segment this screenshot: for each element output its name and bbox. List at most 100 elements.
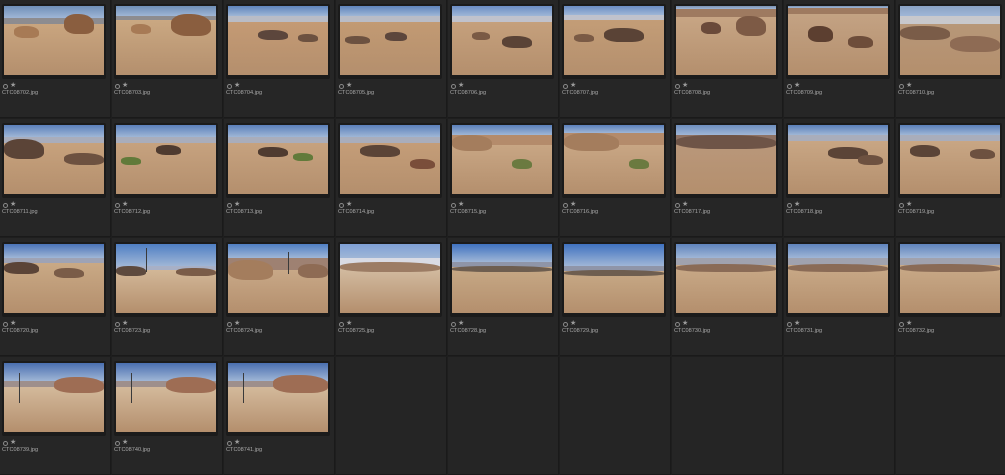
star-icon[interactable]: ★ [10, 201, 16, 209]
star-icon[interactable]: ★ [234, 320, 240, 328]
label-circle-icon[interactable] [675, 321, 680, 327]
file-tile[interactable]: ★ CTC08717.jpg [672, 119, 783, 237]
label-circle-icon[interactable] [675, 202, 680, 208]
star-icon[interactable]: ★ [10, 320, 16, 328]
label-circle-icon[interactable] [563, 202, 568, 208]
star-icon[interactable]: ★ [570, 82, 576, 90]
file-tile[interactable]: ★ CTC08739.jpg [0, 357, 111, 475]
file-tile[interactable]: ★ CTC08732.jpg [896, 238, 1005, 356]
star-icon[interactable]: ★ [346, 201, 352, 209]
star-icon[interactable]: ★ [794, 320, 800, 328]
star-icon[interactable]: ★ [682, 201, 688, 209]
file-tile[interactable]: ★ CTC08729.jpg [560, 238, 671, 356]
star-icon[interactable]: ★ [570, 320, 576, 328]
thumbnail-image [676, 125, 776, 194]
label-circle-icon[interactable] [563, 321, 568, 327]
star-icon[interactable]: ★ [906, 201, 912, 209]
file-tile[interactable]: ★ CTC08730.jpg [672, 238, 783, 356]
thumbnail-frame [338, 123, 442, 198]
file-tile[interactable]: ★ CTC08710.jpg [896, 0, 1005, 118]
file-tile[interactable]: ★ CTC08719.jpg [896, 119, 1005, 237]
file-tile[interactable]: ★ CTC08712.jpg [112, 119, 223, 237]
label-circle-icon[interactable] [339, 83, 344, 89]
star-icon[interactable]: ★ [122, 201, 128, 209]
file-tile[interactable]: ★ CTC08706.jpg [448, 0, 559, 118]
label-circle-icon[interactable] [3, 83, 8, 89]
file-name: CTC08724.jpg [226, 328, 263, 334]
label-circle-icon[interactable] [339, 321, 344, 327]
rating-flags: ★ [3, 82, 16, 90]
file-tile[interactable]: ★ CTC08704.jpg [224, 0, 335, 118]
star-icon[interactable]: ★ [906, 82, 912, 90]
star-icon[interactable]: ★ [458, 82, 464, 90]
star-icon[interactable]: ★ [234, 201, 240, 209]
file-tile[interactable]: ★ CTC08702.jpg [0, 0, 111, 118]
star-icon[interactable]: ★ [570, 201, 576, 209]
file-tile[interactable]: ★ CTC08715.jpg [448, 119, 559, 237]
label-circle-icon[interactable] [899, 321, 904, 327]
star-icon[interactable]: ★ [234, 82, 240, 90]
star-icon[interactable]: ★ [10, 82, 16, 90]
thumbnail-image [228, 6, 328, 75]
file-tile[interactable]: ★ CTC08708.jpg [672, 0, 783, 118]
star-icon[interactable]: ★ [682, 82, 688, 90]
star-icon[interactable]: ★ [122, 320, 128, 328]
star-icon[interactable]: ★ [906, 320, 912, 328]
star-icon[interactable]: ★ [234, 439, 240, 447]
star-icon[interactable]: ★ [458, 320, 464, 328]
label-circle-icon[interactable] [3, 202, 8, 208]
star-icon[interactable]: ★ [122, 82, 128, 90]
file-tile[interactable]: ★ CTC08724.jpg [224, 238, 335, 356]
file-tile[interactable]: ★ CTC08725.jpg [336, 238, 447, 356]
label-circle-icon[interactable] [451, 202, 456, 208]
file-tile[interactable]: ★ CTC08728.jpg [448, 238, 559, 356]
label-circle-icon[interactable] [787, 321, 792, 327]
file-tile[interactable]: ★ CTC08716.jpg [560, 119, 671, 237]
star-icon[interactable]: ★ [10, 439, 16, 447]
label-circle-icon[interactable] [563, 83, 568, 89]
star-icon[interactable]: ★ [346, 82, 352, 90]
file-name: CTC08728.jpg [450, 328, 487, 334]
star-icon[interactable]: ★ [346, 320, 352, 328]
star-icon[interactable]: ★ [122, 439, 128, 447]
file-tile[interactable]: ★ CTC08703.jpg [112, 0, 223, 118]
label-circle-icon[interactable] [227, 83, 232, 89]
label-circle-icon[interactable] [115, 202, 120, 208]
label-circle-icon[interactable] [451, 321, 456, 327]
label-circle-icon[interactable] [787, 202, 792, 208]
file-tile[interactable]: ★ CTC08705.jpg [336, 0, 447, 118]
file-tile[interactable]: ★ CTC08713.jpg [224, 119, 335, 237]
label-circle-icon[interactable] [675, 83, 680, 89]
file-tile[interactable]: ★ CTC08720.jpg [0, 238, 111, 356]
thumbnail-frame [786, 123, 890, 198]
label-circle-icon[interactable] [899, 83, 904, 89]
star-icon[interactable]: ★ [794, 201, 800, 209]
file-tile[interactable]: ★ CTC08723.jpg [112, 238, 223, 356]
thumbnail-frame [114, 242, 218, 317]
label-circle-icon[interactable] [451, 83, 456, 89]
label-circle-icon[interactable] [115, 440, 120, 446]
label-circle-icon[interactable] [339, 202, 344, 208]
file-tile[interactable]: ★ CTC08741.jpg [224, 357, 335, 475]
label-circle-icon[interactable] [899, 202, 904, 208]
label-circle-icon[interactable] [115, 83, 120, 89]
file-tile[interactable]: ★ CTC08709.jpg [784, 0, 895, 118]
label-circle-icon[interactable] [227, 321, 232, 327]
file-tile[interactable]: ★ CTC08711.jpg [0, 119, 111, 237]
star-icon[interactable]: ★ [682, 320, 688, 328]
star-icon[interactable]: ★ [458, 201, 464, 209]
file-tile[interactable]: ★ CTC08731.jpg [784, 238, 895, 356]
label-circle-icon[interactable] [115, 321, 120, 327]
file-tile[interactable]: ★ CTC08718.jpg [784, 119, 895, 237]
label-circle-icon[interactable] [787, 83, 792, 89]
file-tile[interactable]: ★ CTC08714.jpg [336, 119, 447, 237]
star-icon[interactable]: ★ [794, 82, 800, 90]
thumbnail-frame [898, 123, 1002, 198]
label-circle-icon[interactable] [3, 321, 8, 327]
label-circle-icon[interactable] [227, 202, 232, 208]
file-name: CTC08709.jpg [786, 90, 823, 96]
label-circle-icon[interactable] [3, 440, 8, 446]
label-circle-icon[interactable] [227, 440, 232, 446]
file-tile[interactable]: ★ CTC08707.jpg [560, 0, 671, 118]
file-tile[interactable]: ★ CTC08740.jpg [112, 357, 223, 475]
